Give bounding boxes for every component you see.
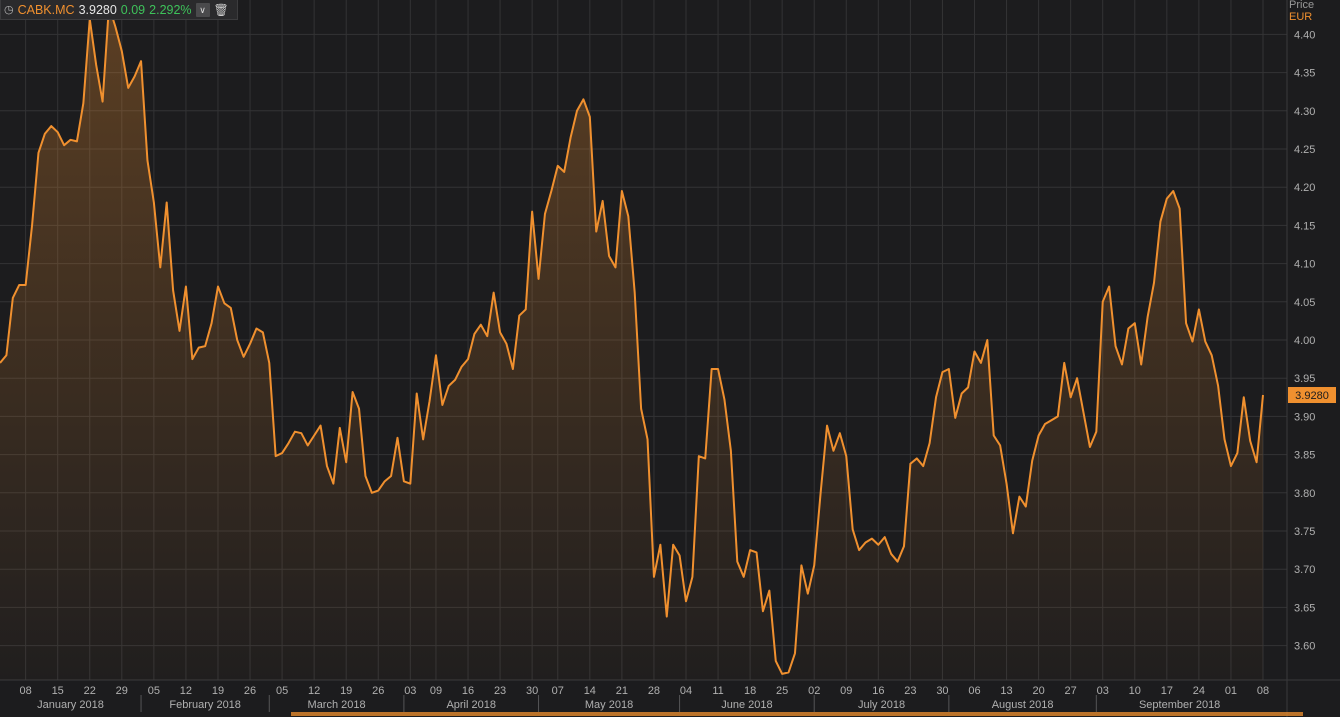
y-axis-currency: EUR [1289, 11, 1313, 23]
x-month-label: March 2018 [308, 699, 366, 711]
instrument-header: ◷ CABK.MC 3.9280 0.09 2.292% ∨ 🗑 [0, 0, 238, 20]
x-day-label: 09 [430, 685, 442, 697]
y-tick-label: 3.90 [1294, 411, 1315, 423]
y-tick-label: 4.10 [1294, 259, 1315, 271]
y-tick-label: 3.80 [1294, 488, 1315, 500]
x-day-label: 03 [1097, 685, 1109, 697]
y-tick-label: 3.65 [1294, 602, 1315, 614]
x-day-label: 30 [526, 685, 538, 697]
x-month-label: January 2018 [37, 699, 104, 711]
x-day-label: 18 [744, 685, 756, 697]
y-tick-label: 4.05 [1294, 297, 1315, 309]
x-day-label: 08 [20, 685, 32, 697]
x-month-label: May 2018 [585, 699, 633, 711]
x-day-label: 08 [1257, 685, 1269, 697]
last-value-label: 3.9280 [1295, 390, 1329, 402]
x-day-label: 26 [244, 685, 256, 697]
last-price: 3.9280 [78, 2, 117, 17]
x-day-label: 11 [712, 685, 723, 697]
x-day-label: 29 [116, 685, 128, 697]
x-day-label: 16 [872, 685, 884, 697]
y-axis-title: Price EUR [1289, 0, 1335, 23]
chevron-down-icon[interactable]: ∨ [195, 2, 210, 17]
x-day-label: 03 [404, 685, 416, 697]
x-day-label: 21 [616, 685, 628, 697]
y-tick-label: 4.30 [1294, 106, 1315, 118]
x-day-label: 12 [180, 685, 192, 697]
y-axis-label: Price [1289, 0, 1315, 11]
price-change-percent: 2.292% [149, 2, 192, 17]
x-day-label: 26 [372, 685, 384, 697]
x-month-label: July 2018 [858, 699, 905, 711]
x-day-label: 17 [1161, 685, 1173, 697]
y-tick-label: 4.25 [1294, 144, 1315, 156]
y-axis: 3.60 3.65 3.70 3.75 3.80 3.85 3.90 3.95 4.00 4.05… [1294, 29, 1315, 652]
y-tick-label: 4.35 [1294, 68, 1315, 80]
x-day-label: 19 [340, 685, 352, 697]
x-day-label: 09 [840, 685, 852, 697]
x-day-label: 27 [1065, 685, 1077, 697]
x-day-label: 25 [776, 685, 788, 697]
x-day-label: 05 [148, 685, 160, 697]
x-month-label: September 2018 [1139, 699, 1220, 711]
x-day-label: 19 [212, 685, 224, 697]
price-chart[interactable]: 3.60 3.65 3.70 3.75 3.80 3.85 3.90 3.95 4.00 4.05… [0, 0, 1340, 717]
x-day-label: 15 [52, 685, 64, 697]
x-day-label: 23 [904, 685, 916, 697]
x-month-label: June 2018 [721, 699, 772, 711]
y-tick-label: 4.20 [1294, 182, 1315, 194]
x-day-label: 24 [1193, 685, 1205, 697]
time-range-scrollbar[interactable] [291, 712, 1303, 716]
x-day-label: 05 [276, 685, 288, 697]
x-day-label: 10 [1129, 685, 1141, 697]
x-day-label: 13 [1000, 685, 1012, 697]
last-value-marker: 3.9280 [1288, 387, 1336, 404]
x-day-label: 22 [84, 685, 96, 697]
x-month-label: April 2018 [446, 699, 496, 711]
clock-icon[interactable]: ◷ [4, 3, 14, 16]
y-tick-label: 3.85 [1294, 450, 1315, 462]
trash-icon[interactable]: 🗑 [214, 3, 229, 17]
x-day-label: 30 [936, 685, 948, 697]
instrument-symbol[interactable]: CABK.MC [18, 3, 75, 17]
x-axis: 08 15 22 29 05 12 19 26 05 12 19 26 03 09 16 23 30 07 14 21… [20, 685, 1269, 712]
x-month-label: August 2018 [992, 699, 1054, 711]
x-day-label: 01 [1225, 685, 1237, 697]
y-tick-label: 3.70 [1294, 564, 1315, 576]
y-tick-label: 4.40 [1294, 29, 1315, 41]
x-day-label: 23 [494, 685, 506, 697]
x-day-label: 28 [648, 685, 660, 697]
x-day-label: 06 [968, 685, 980, 697]
y-tick-label: 4.00 [1294, 335, 1315, 347]
x-month-label: February 2018 [169, 699, 241, 711]
x-day-label: 16 [462, 685, 474, 697]
x-day-label: 12 [308, 685, 320, 697]
x-day-label: 14 [584, 685, 596, 697]
y-tick-label: 3.95 [1294, 373, 1315, 385]
x-day-label: 04 [680, 685, 692, 697]
x-day-label: 20 [1032, 685, 1044, 697]
y-tick-label: 3.75 [1294, 526, 1315, 538]
x-day-label: 07 [552, 685, 564, 697]
price-change: 0.09 [120, 2, 146, 17]
y-tick-label: 4.15 [1294, 220, 1315, 232]
y-tick-label: 3.60 [1294, 641, 1315, 653]
